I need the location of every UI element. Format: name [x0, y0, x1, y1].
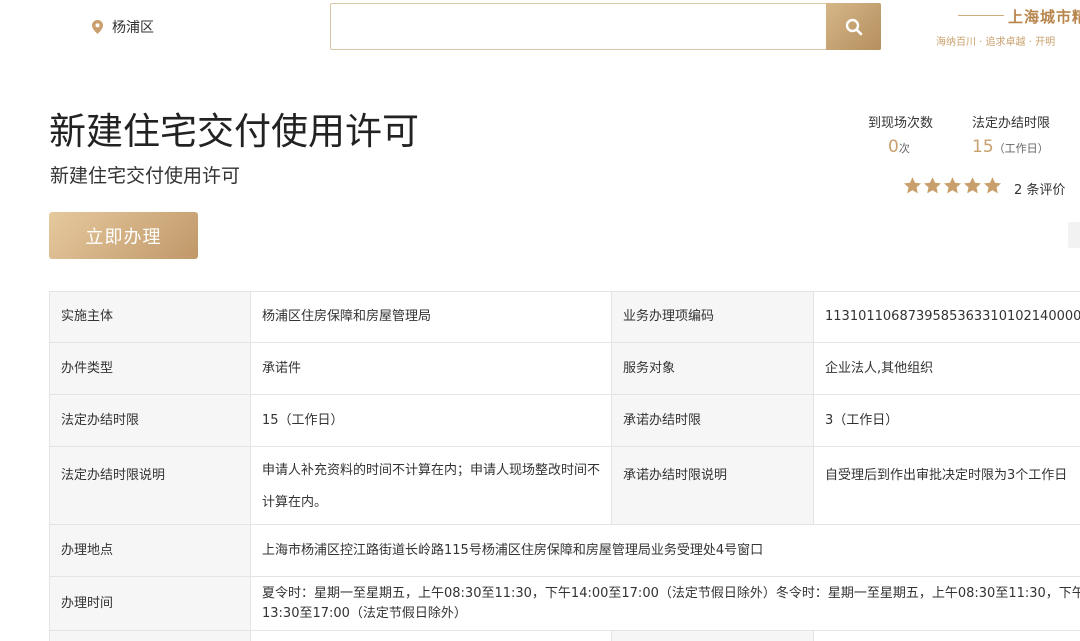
- search-box: [330, 3, 881, 50]
- cell-key: 服务对象: [611, 342, 814, 395]
- service-info-table: 实施主体 杨浦区住房保障和房屋管理局 业务办理项编码 1131011068739…: [49, 291, 1080, 641]
- top-header: 杨浦区 上海城市精 海纳百川 · 追求卓越 · 开明: [0, 0, 1080, 56]
- cell-value: [813, 630, 1080, 641]
- side-tab[interactable]: [1068, 222, 1080, 248]
- table-row: 实施主体 杨浦区住房保障和房屋管理局 业务办理项编码 1131011068739…: [49, 291, 1080, 343]
- page-title: 新建住宅交付使用许可: [49, 110, 419, 153]
- table-row: 办理时间 夏令时：星期一至星期五，上午08:30至11:30，下午14:00至1…: [49, 576, 1080, 631]
- legal-limit-unit: （工作日）: [993, 142, 1049, 155]
- cell-key: 实施主体: [49, 291, 251, 343]
- cell-value: 申请人补充资料的时间不计算在内；申请人现场整改时间不计算在内。: [250, 446, 612, 525]
- cell-value: 杨浦区住房保障和房屋管理局: [250, 291, 612, 343]
- cell-value: 夏令时：星期一至星期五，上午08:30至11:30，下午14:00至17:00（…: [250, 576, 1080, 631]
- cell-value: 企业法人,其他组织: [813, 342, 1080, 395]
- table-row: 法定办结时限说明 申请人补充资料的时间不计算在内；申请人现场整改时间不计算在内。…: [49, 446, 1080, 525]
- search-input[interactable]: [331, 4, 826, 49]
- brand-subtitle: 海纳百川 · 追求卓越 · 开明: [936, 37, 1056, 48]
- search-icon: [845, 18, 862, 35]
- star-icon: [943, 177, 962, 194]
- visits-value: 0: [888, 137, 899, 157]
- page-subtitle: 新建住宅交付使用许可: [50, 165, 241, 187]
- cell-key: 办理地点: [49, 524, 251, 577]
- rating-stars: [903, 176, 1003, 195]
- visits-label: 到现场次数: [868, 116, 934, 131]
- table-row: [49, 630, 1080, 641]
- cell-key: [49, 630, 251, 641]
- table-row: 法定办结时限 15（工作日） 承诺办结时限 3（工作日）: [49, 394, 1080, 447]
- cell-value: 上海市杨浦区控江路街道长岭路115号杨浦区住房保障和房屋管理局业务受理处4号窗口: [250, 524, 1080, 577]
- cell-key: 办件类型: [49, 342, 251, 395]
- location-pin-icon: [92, 20, 103, 34]
- cell-value: 3（工作日）: [813, 394, 1080, 447]
- visits-value-group: 0次: [888, 137, 910, 157]
- cell-key: 法定办结时限说明: [49, 446, 251, 525]
- legal-limit-value-group: 15（工作日）: [972, 137, 1049, 157]
- legal-limit-value: 15: [972, 137, 994, 157]
- apply-now-button[interactable]: 立即办理: [49, 212, 198, 259]
- cell-key: 业务办理项编码: [611, 291, 814, 343]
- search-button[interactable]: [826, 3, 881, 50]
- brand-divider: [958, 15, 1004, 16]
- star-icon: [923, 177, 942, 194]
- star-icon: [903, 177, 922, 194]
- cell-key: 承诺办结时限说明: [611, 446, 814, 525]
- cell-value: 15（工作日）: [250, 394, 612, 447]
- star-icon: [963, 177, 982, 194]
- review-count-link[interactable]: 2 条评价: [1014, 179, 1065, 198]
- star-icon: [983, 177, 1002, 194]
- location-label: 杨浦区: [112, 20, 154, 36]
- brand-title: 上海城市精: [1008, 8, 1080, 26]
- cell-key: 承诺办结时限: [611, 394, 814, 447]
- cell-key: [611, 630, 814, 641]
- cell-value: 承诺件: [250, 342, 612, 395]
- table-row: 办理地点 上海市杨浦区控江路街道长岭路115号杨浦区住房保障和房屋管理局业务受理…: [49, 524, 1080, 577]
- legal-limit-label: 法定办结时限: [972, 116, 1051, 131]
- brand-logo: 上海城市精 海纳百川 · 追求卓越 · 开明: [936, 5, 1080, 51]
- cell-key: 办理时间: [49, 576, 251, 631]
- location-selector[interactable]: 杨浦区: [92, 17, 154, 37]
- cell-value: 11310110687395853633101021400000: [813, 291, 1080, 343]
- visits-unit: 次: [898, 142, 910, 155]
- cell-value: [250, 630, 612, 641]
- cell-key: 法定办结时限: [49, 394, 251, 447]
- cell-value: 自受理后到作出审批决定时限为3个工作日: [813, 446, 1080, 525]
- table-row: 办件类型 承诺件 服务对象 企业法人,其他组织: [49, 342, 1080, 395]
